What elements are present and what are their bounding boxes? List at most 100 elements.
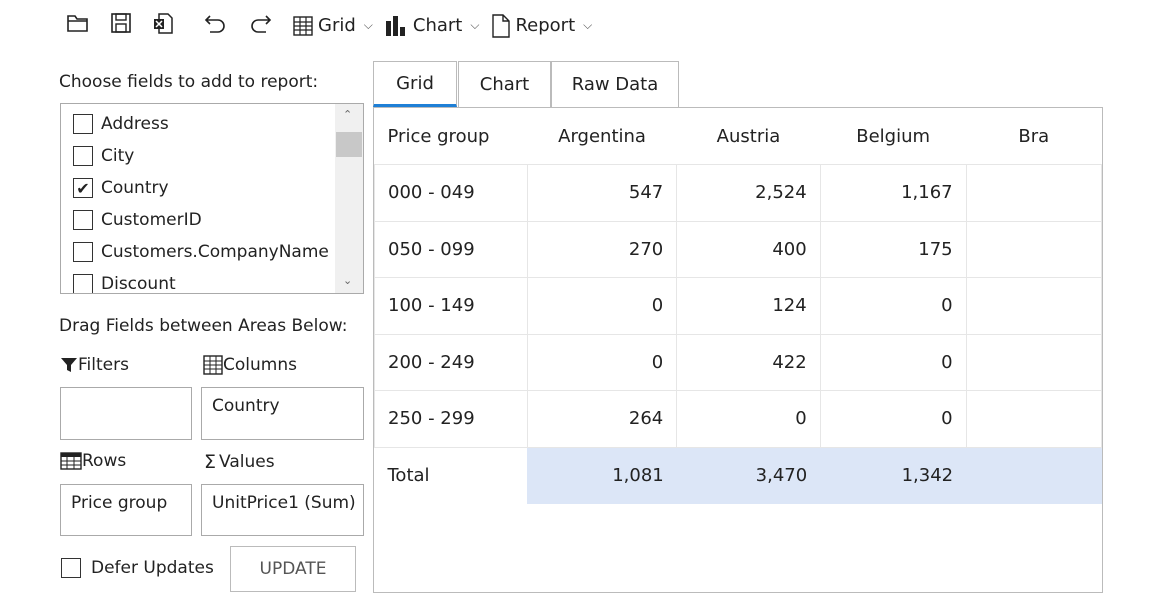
undo-icon[interactable] [204,12,228,39]
field-label: City [101,146,135,166]
cell: 175 [819,220,967,278]
chevron-down-icon: ⌵ [470,18,480,32]
cell: 0 [819,277,967,335]
filters-header: Filters [60,355,129,375]
cell: 1,167 [819,164,967,222]
table-icon [60,452,82,470]
row-header: 250 - 299 [374,390,528,448]
grid-icon [203,355,223,375]
cell [965,220,1102,278]
cell: 0 [526,333,678,391]
total-cell [966,447,1102,504]
field-list: Address City ✔ Country CustomerID Customers.C… [60,103,364,294]
rows-drop-area[interactable]: Price group [60,484,192,536]
table-row: 000 - 049 547 2,524 1,167 [374,164,1102,222]
report-menu-button[interactable]: Report ⌵ [491,13,593,38]
column-header[interactable]: Austria [676,108,821,165]
bar-chart-icon [385,15,405,36]
field-label: Customers.CompanyName [101,242,329,262]
redo-icon[interactable] [248,12,272,39]
field-label: Country [101,178,169,198]
checkbox[interactable] [61,558,81,578]
filters-label: Filters [78,355,129,375]
total-label: Total [387,465,430,486]
field-item[interactable]: Address [73,108,169,140]
defer-updates-checkbox[interactable]: Defer Updates [61,558,214,578]
checkbox[interactable] [73,146,93,166]
values-field-chip[interactable]: UnitPrice1 (Sum) [212,493,356,513]
columns-label: Columns [223,355,297,375]
chart-menu-button[interactable]: Chart ⌵ [385,15,480,37]
field-item[interactable]: ✔ Country [73,172,169,204]
tab-raw-data[interactable]: Raw Data [551,61,679,107]
cell [965,277,1102,335]
toolbar: Grid ⌵ Chart ⌵ Report ⌵ [66,12,592,39]
sigma-icon: Σ [204,451,217,473]
cell: 0 [819,390,967,448]
checkbox[interactable]: ✔ [73,178,93,198]
checkbox[interactable] [73,274,93,293]
document-icon [492,13,511,38]
table-row: 250 - 299 264 0 0 [374,390,1102,448]
pivot-grid-viewport: Price group Argentina Austria Belgium Bra 000… [374,108,1102,592]
cell: 400 [676,220,821,278]
tab-grid[interactable]: Grid [373,61,457,107]
update-button[interactable]: UPDATE [230,546,356,592]
cell: 2,524 [676,164,821,222]
rows-label: Rows [82,451,127,471]
total-row: Total 1,081 3,470 1,342 [375,447,1102,504]
field-item[interactable]: Discount [73,268,176,293]
cell [965,164,1102,222]
cell: 0 [819,333,967,391]
cell: 264 [526,390,678,448]
field-item[interactable]: City [73,140,134,172]
total-cell: 3,470 [676,447,821,504]
areas-label: Drag Fields between Areas Below: [59,316,348,336]
row-header: 000 - 049 [374,164,528,222]
values-drop-area[interactable]: UnitPrice1 (Sum) [201,484,364,536]
scroll-thumb[interactable] [336,132,362,157]
column-header[interactable]: Argentina [527,108,677,165]
columns-field-chip[interactable]: Country [212,396,280,416]
checkbox[interactable] [73,210,93,230]
rows-header: Rows [60,451,126,471]
scroll-up-icon[interactable]: ⌃ [343,108,352,121]
cell: 0 [676,390,821,448]
save-icon[interactable] [110,12,132,39]
column-header[interactable]: Price group [374,108,528,165]
column-header[interactable]: Bra [966,108,1102,165]
cell: 547 [526,164,678,222]
row-header: 200 - 249 [374,333,528,391]
checkbox[interactable] [73,242,93,262]
values-label: Values [219,452,275,472]
table-row: 100 - 149 0 124 0 [374,277,1102,335]
scrollbar[interactable]: ⌃ ⌄ [335,104,363,293]
field-label: Address [101,114,169,134]
field-item[interactable]: CustomerID [73,204,202,236]
total-cell: 1,081 [527,447,677,504]
grid-menu-button[interactable]: Grid ⌵ [292,15,373,37]
fields-label: Choose fields to add to report: [59,72,319,92]
checkbox[interactable] [73,114,93,134]
grid-menu-label: Grid [318,15,356,36]
filters-drop-area[interactable] [60,387,192,440]
table-row: 200 - 249 0 422 0 [374,333,1102,391]
chevron-down-icon: ⌵ [583,18,593,32]
column-header[interactable]: Belgium [820,108,967,165]
tab-chart[interactable]: Chart [458,61,551,107]
chevron-down-icon: ⌵ [363,18,373,32]
field-item[interactable]: Customers.CompanyName [73,236,329,268]
columns-drop-area[interactable]: Country [201,387,364,440]
grid-icon [293,15,313,36]
total-cell: 1,342 [820,447,967,504]
rows-field-chip[interactable]: Price group [71,493,167,513]
export-excel-icon[interactable] [152,12,174,39]
cell: 422 [676,333,821,391]
scroll-down-icon[interactable]: ⌄ [343,274,352,287]
cell: 124 [676,277,821,335]
open-folder-icon[interactable] [66,12,90,39]
row-header: 100 - 149 [374,277,528,335]
chart-menu-label: Chart [412,15,463,36]
values-header: Σ Values [204,451,275,473]
report-menu-label: Report [515,15,576,36]
